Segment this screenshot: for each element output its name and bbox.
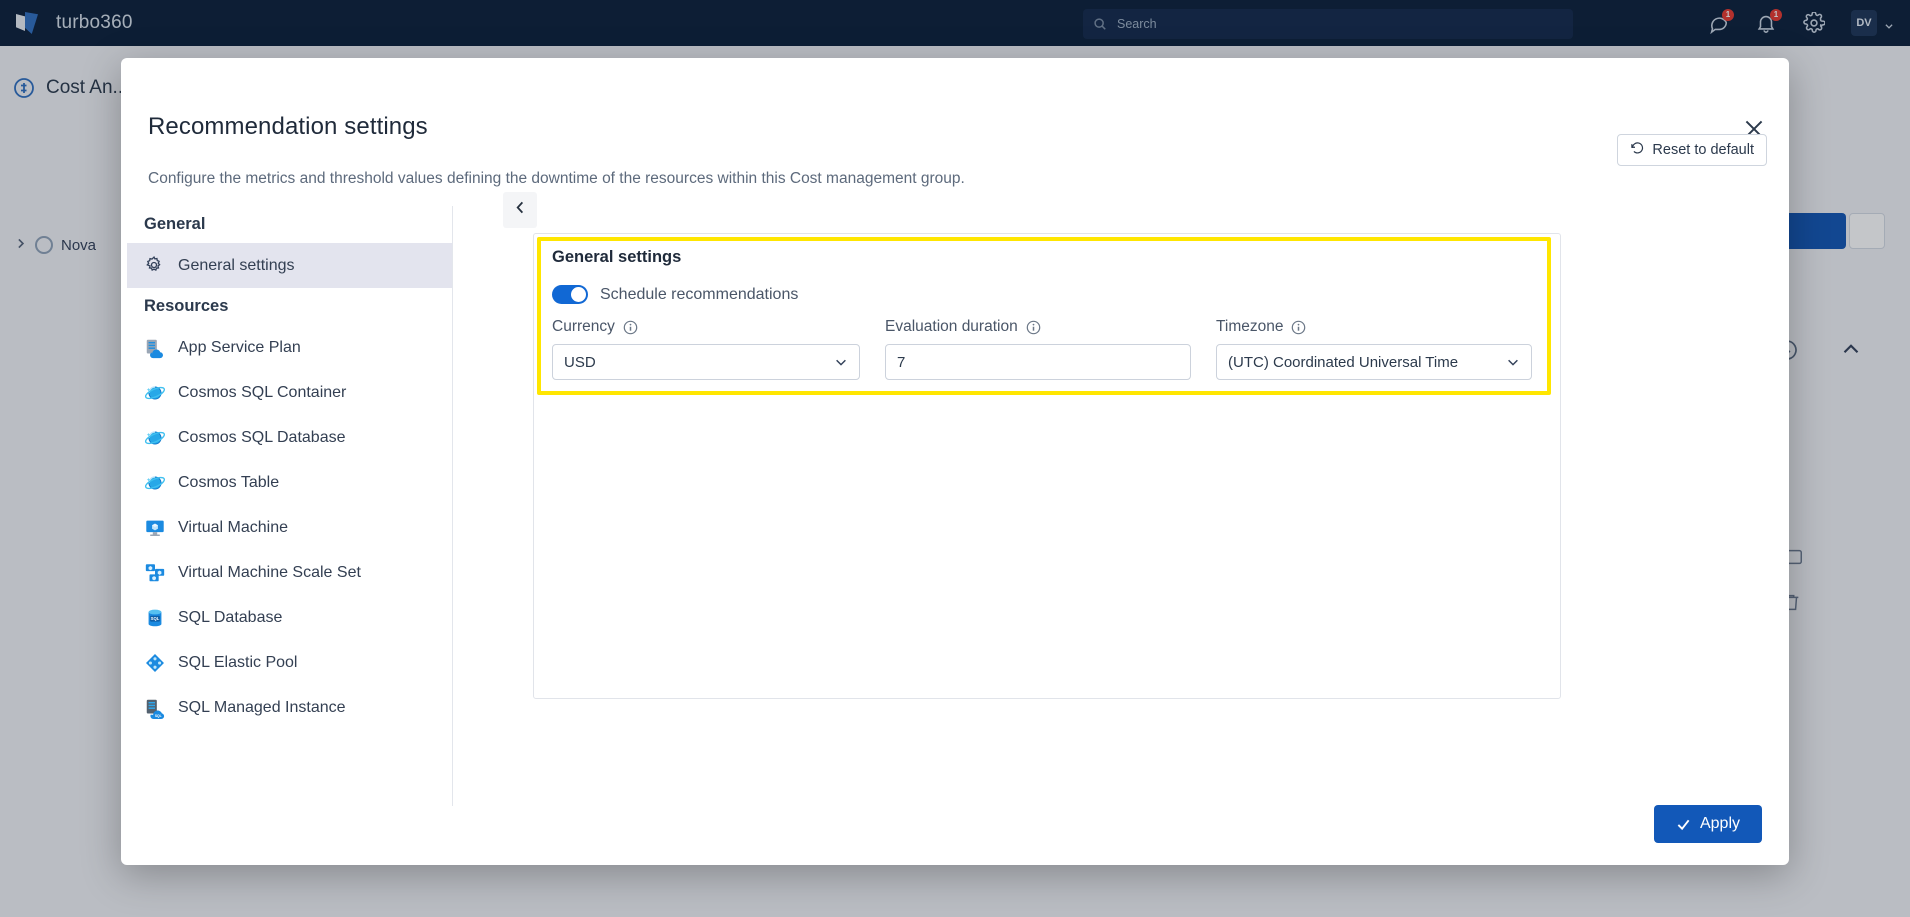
dialog-sidebar: General General settings Resources App S… [127, 206, 453, 806]
sidebar-item-general-settings[interactable]: General settings [127, 243, 452, 288]
info-icon[interactable] [1291, 320, 1306, 335]
sql-managed-instance-icon: SQL [144, 697, 166, 719]
settings-panel: General settings Schedule recommendation… [533, 233, 1561, 699]
virtual-machine-icon [144, 517, 166, 539]
dialog-title: Recommendation settings [148, 113, 428, 140]
sidebar-item-label: Virtual Machine [178, 518, 288, 536]
check-icon [1676, 817, 1691, 832]
sidebar-item-label: Cosmos Table [178, 473, 280, 491]
evaluation-duration-label: Evaluation duration [885, 318, 1018, 335]
timezone-select[interactable]: (UTC) Coordinated Universal Time [1216, 344, 1532, 380]
sidebar-item-cosmos-table[interactable]: Cosmos Table [127, 460, 452, 505]
sidebar-item-sql-database[interactable]: SQL SQL Database [127, 595, 452, 640]
currency-field: Currency USD [552, 318, 860, 380]
sidebar-item-sql-elastic-pool[interactable]: SQL Elastic Pool [127, 640, 452, 685]
sidebar-item-label: General settings [178, 256, 295, 274]
currency-label-row: Currency [552, 318, 860, 336]
settings-fields: Currency USD Evaluation duration 7 Timez… [552, 318, 1532, 380]
svg-text:SQL: SQL [155, 713, 162, 717]
timezone-label: Timezone [1216, 318, 1284, 335]
evaluation-duration-input[interactable]: 7 [885, 344, 1191, 380]
chevron-left-icon [513, 200, 528, 220]
chevron-down-icon [1506, 355, 1520, 369]
schedule-recommendations-row: Schedule recommendations [552, 285, 798, 304]
sidebar-item-label: Virtual Machine Scale Set [178, 563, 361, 581]
info-icon[interactable] [623, 320, 638, 335]
timezone-field: Timezone (UTC) Coordinated Universal Tim… [1216, 318, 1532, 380]
gear-icon [144, 255, 166, 277]
currency-select[interactable]: USD [552, 344, 860, 380]
vm-scale-set-icon [144, 562, 166, 584]
sidebar-item-sql-managed-instance[interactable]: SQL SQL Managed Instance [127, 685, 452, 730]
sidebar-item-cosmos-sql-database[interactable]: Cosmos SQL Database [127, 415, 452, 460]
schedule-recommendations-label: Schedule recommendations [600, 285, 799, 303]
evaluation-duration-field: Evaluation duration 7 [885, 318, 1191, 380]
cosmos-db-icon [144, 472, 166, 494]
sql-elastic-pool-icon [144, 652, 166, 674]
reset-to-default-button[interactable]: Reset to default [1617, 134, 1767, 166]
sidebar-group-resources: Resources [144, 297, 229, 315]
info-icon[interactable] [1026, 320, 1041, 335]
timezone-value: (UTC) Coordinated Universal Time [1228, 353, 1459, 371]
svg-text:SQL: SQL [151, 616, 160, 621]
sidebar-item-label: SQL Elastic Pool [178, 653, 298, 671]
apply-label: Apply [1699, 815, 1740, 832]
sidebar-item-label: App Service Plan [178, 338, 301, 356]
sidebar-group-general: General [144, 215, 206, 233]
reset-icon [1630, 141, 1645, 160]
sidebar-item-label: Cosmos SQL Database [178, 428, 346, 446]
timezone-label-row: Timezone [1216, 318, 1532, 336]
panel-heading: General settings [552, 248, 682, 266]
collapse-sidebar-button[interactable] [503, 192, 537, 228]
evaluation-duration-label-row: Evaluation duration [885, 318, 1191, 336]
dialog-subtitle: Configure the metrics and threshold valu… [148, 170, 965, 187]
currency-value: USD [564, 353, 596, 371]
sidebar-item-virtual-machine[interactable]: Virtual Machine [127, 505, 452, 550]
cosmos-db-icon [144, 382, 166, 404]
sidebar-item-cosmos-sql-container[interactable]: Cosmos SQL Container [127, 370, 452, 415]
recommendation-settings-dialog: Recommendation settings Configure the me… [121, 58, 1789, 865]
sql-database-icon: SQL [144, 607, 166, 629]
sidebar-item-label: Cosmos SQL Container [178, 383, 347, 401]
chevron-down-icon [834, 355, 848, 369]
app-service-plan-icon [144, 337, 166, 359]
sidebar-item-app-service-plan[interactable]: App Service Plan [127, 325, 452, 370]
reset-to-default-label: Reset to default [1652, 142, 1754, 158]
sidebar-item-label: SQL Database [178, 608, 283, 626]
evaluation-duration-value: 7 [897, 353, 906, 371]
cosmos-db-icon [144, 427, 166, 449]
screen: Cost An... Nova turbo360 Search 1 1 DV R… [0, 0, 1910, 917]
schedule-recommendations-toggle[interactable] [552, 285, 588, 304]
sidebar-item-label: SQL Managed Instance [178, 698, 346, 716]
currency-label: Currency [552, 318, 615, 335]
apply-button[interactable]: Apply [1653, 805, 1762, 843]
sidebar-item-virtual-machine-scale-set[interactable]: Virtual Machine Scale Set [127, 550, 452, 595]
